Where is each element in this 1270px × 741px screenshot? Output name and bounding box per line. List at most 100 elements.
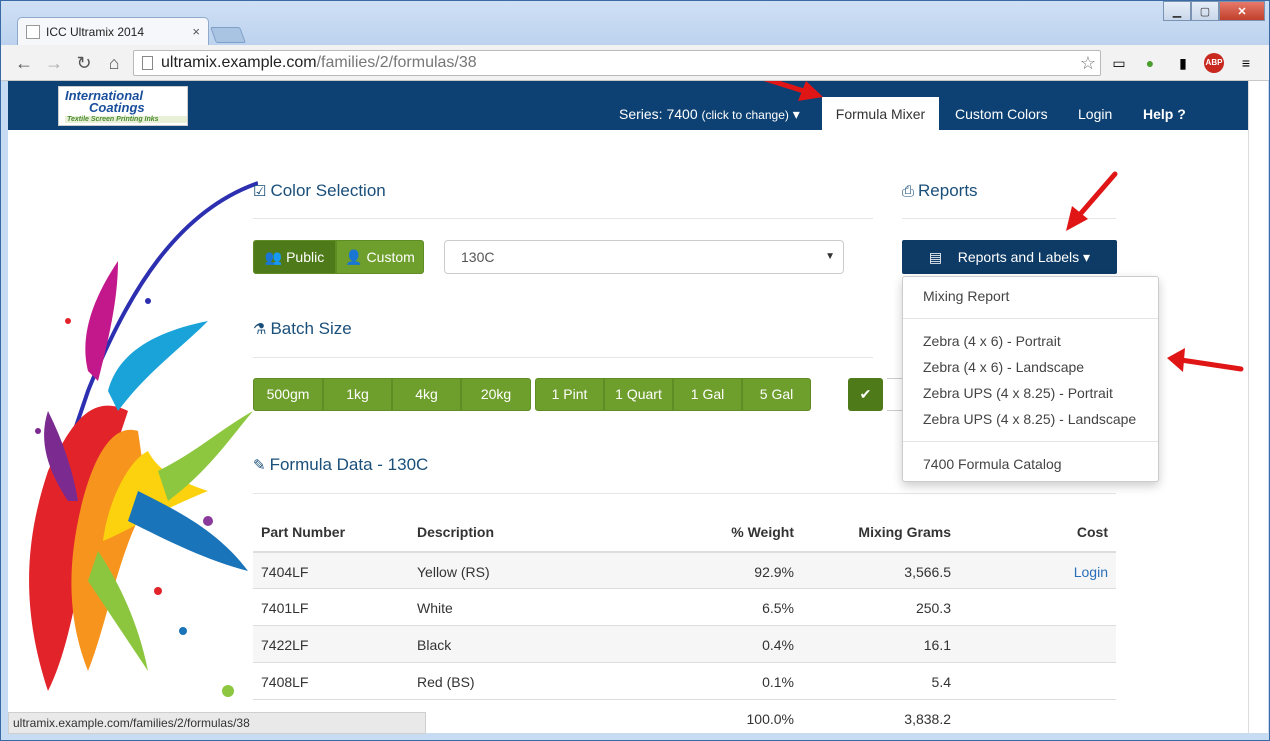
nav-help[interactable]: Help ? [1143, 81, 1186, 130]
tab-title: ICC Ultramix 2014 [46, 24, 145, 39]
nav-custom-colors[interactable]: Custom Colors [955, 81, 1048, 130]
batch-1kg-button[interactable]: 1kg [323, 378, 392, 411]
check-icon: ✔ [859, 386, 872, 402]
weight: 0.4% [762, 637, 794, 653]
menu-icon[interactable]: ≡ [1236, 53, 1256, 73]
browser-tab[interactable]: ICC Ultramix 2014 × [17, 17, 209, 45]
batch-500gm-button[interactable]: 500gm [253, 378, 323, 411]
formula-data-heading: ✎ Formula Data - 130C [253, 455, 429, 474]
web-page: International Coatings Textile Screen Pr… [8, 81, 1248, 733]
nav-formula-mixer[interactable]: Formula Mixer [822, 97, 939, 130]
table-row: 7404LF Yellow (RS) 92.9% 3,566.5 Login [253, 551, 1116, 588]
checkbox-icon: ☑ [253, 183, 267, 200]
url-host: ultramix.example.com [161, 54, 317, 71]
printer-icon: ⎙ [902, 183, 915, 200]
forward-icon[interactable]: → [43, 53, 65, 73]
title-bar: ICC Ultramix 2014 × ▁ ▢ ✕ [1, 1, 1269, 45]
table-row: 7408LF Red (BS) 0.1% 5.4 [253, 662, 1116, 699]
batch-1-pint-button[interactable]: 1 Pint [535, 378, 604, 411]
page-scrollbar[interactable] [1248, 81, 1268, 733]
header-cost: Cost [1076, 524, 1108, 540]
part-number: 7401LF [261, 600, 309, 616]
edit-icon: ✎ [253, 457, 266, 474]
part-number: 7404LF [261, 564, 309, 580]
mixing-grams: 3,566.5 [904, 564, 951, 580]
annotation-arrow [1066, 171, 1118, 231]
menu-divider [903, 318, 1158, 319]
status-bar: ultramix.example.com/families/2/formulas… [8, 712, 426, 734]
table-row: 7422LF Black 0.4% 16.1 [253, 625, 1116, 662]
total-weight: 100.0% [746, 711, 794, 727]
divider [253, 493, 1116, 494]
batch-5-gal-button[interactable]: 5 Gal [742, 378, 811, 411]
minimize-icon[interactable]: ▁ [1163, 1, 1191, 21]
address-bar[interactable]: ultramix.example.com/families/2/formulas… [133, 50, 1101, 76]
menu-divider [903, 441, 1158, 442]
reload-icon[interactable]: ↻ [73, 53, 95, 73]
bookmark-star-icon[interactable]: ☆ [1080, 53, 1096, 74]
weight: 0.1% [762, 674, 794, 690]
selected-color: 130C [461, 249, 495, 265]
menu-item-zebra-ups-landscape[interactable]: Zebra UPS (4 x 8.25) - Landscape [923, 411, 1136, 427]
color-selection-heading: ☑ Color Selection [253, 181, 386, 200]
new-tab-button[interactable] [210, 27, 246, 43]
batch-1-gal-button[interactable]: 1 Gal [673, 378, 742, 411]
mixing-grams: 250.3 [915, 600, 951, 616]
mixing-grams: 5.4 [931, 674, 951, 690]
menu-item-mixing-report[interactable]: Mixing Report [923, 288, 1009, 304]
part-number: 7422LF [261, 637, 309, 653]
public-button[interactable]: 👥 Public [253, 240, 336, 274]
header-part-number: Part Number [261, 524, 346, 540]
reports-and-labels-button[interactable]: ▤ Reports and Labels ▾ [902, 240, 1117, 274]
paint-splash-image [29, 181, 258, 697]
weight: 6.5% [762, 600, 794, 616]
reports-dropdown-menu: Mixing Report Zebra (4 x 6) - Portrait Z… [902, 276, 1159, 482]
table-row: 7401LF White 6.5% 250.3 [253, 588, 1116, 625]
select-caret-icon: ▼ [825, 251, 835, 262]
maximize-icon[interactable]: ▢ [1191, 1, 1219, 21]
description: Red (BS) [417, 674, 475, 690]
nav-login[interactable]: Login [1078, 81, 1112, 130]
cost-login-link[interactable]: Login [1033, 564, 1108, 580]
back-icon[interactable]: ← [13, 53, 35, 73]
batch-4kg-button[interactable]: 4kg [392, 378, 461, 411]
custom-button[interactable]: 👤 Custom [336, 240, 424, 274]
extension-icon[interactable]: ▮ [1173, 53, 1193, 73]
window-close-icon[interactable]: ✕ [1219, 1, 1265, 21]
batch-1-quart-button[interactable]: 1 Quart [604, 378, 673, 411]
header-weight: % Weight [731, 524, 794, 540]
home-icon[interactable]: ⌂ [103, 53, 125, 73]
header-mixing-grams: Mixing Grams [858, 524, 951, 540]
total-grams: 3,838.2 [904, 711, 951, 727]
hangouts-icon[interactable]: ● [1140, 53, 1160, 73]
url-path: /families/2/formulas/38 [316, 54, 477, 71]
color-select[interactable]: 130C ▼ [444, 240, 844, 274]
page-icon [142, 56, 153, 70]
annotation-arrow [1167, 348, 1244, 372]
flask-icon: ⚗ [253, 321, 267, 338]
cast-icon[interactable]: ▭ [1109, 53, 1129, 73]
caret-down-icon: ▾ [1083, 249, 1091, 265]
confirm-custom-batch-button[interactable]: ✔ [848, 378, 883, 411]
list-icon: ▤ [928, 249, 943, 265]
batch-size-heading: ⚗ Batch Size [253, 319, 352, 338]
menu-item-formula-catalog[interactable]: 7400 Formula Catalog [923, 456, 1062, 472]
batch-20kg-button[interactable]: 20kg [461, 378, 531, 411]
divider [253, 357, 873, 358]
logo-tagline: Textile Screen Printing Inks [65, 115, 187, 123]
menu-item-zebra-ups-portrait[interactable]: Zebra UPS (4 x 8.25) - Portrait [923, 385, 1113, 401]
weight: 92.9% [754, 564, 794, 580]
page-favicon-icon [26, 24, 40, 39]
reports-heading: ⎙ Reports [902, 181, 978, 200]
tab-close-icon[interactable]: × [192, 24, 200, 39]
company-logo[interactable]: International Coatings Textile Screen Pr… [58, 86, 188, 126]
adblock-icon[interactable]: ABP [1204, 53, 1224, 73]
logo-line-2: Coatings [89, 99, 145, 115]
menu-item-zebra-4x6-portrait[interactable]: Zebra (4 x 6) - Portrait [923, 333, 1061, 349]
series-label: Series: 7400 [619, 106, 698, 122]
window-controls: ▁ ▢ ✕ [1163, 1, 1265, 21]
part-number: 7408LF [261, 674, 309, 690]
description: Black [417, 637, 452, 653]
menu-item-zebra-4x6-landscape[interactable]: Zebra (4 x 6) - Landscape [923, 359, 1084, 375]
browser-toolbar: ← → ↻ ⌂ ultramix.example.com/families/2/… [1, 45, 1269, 81]
